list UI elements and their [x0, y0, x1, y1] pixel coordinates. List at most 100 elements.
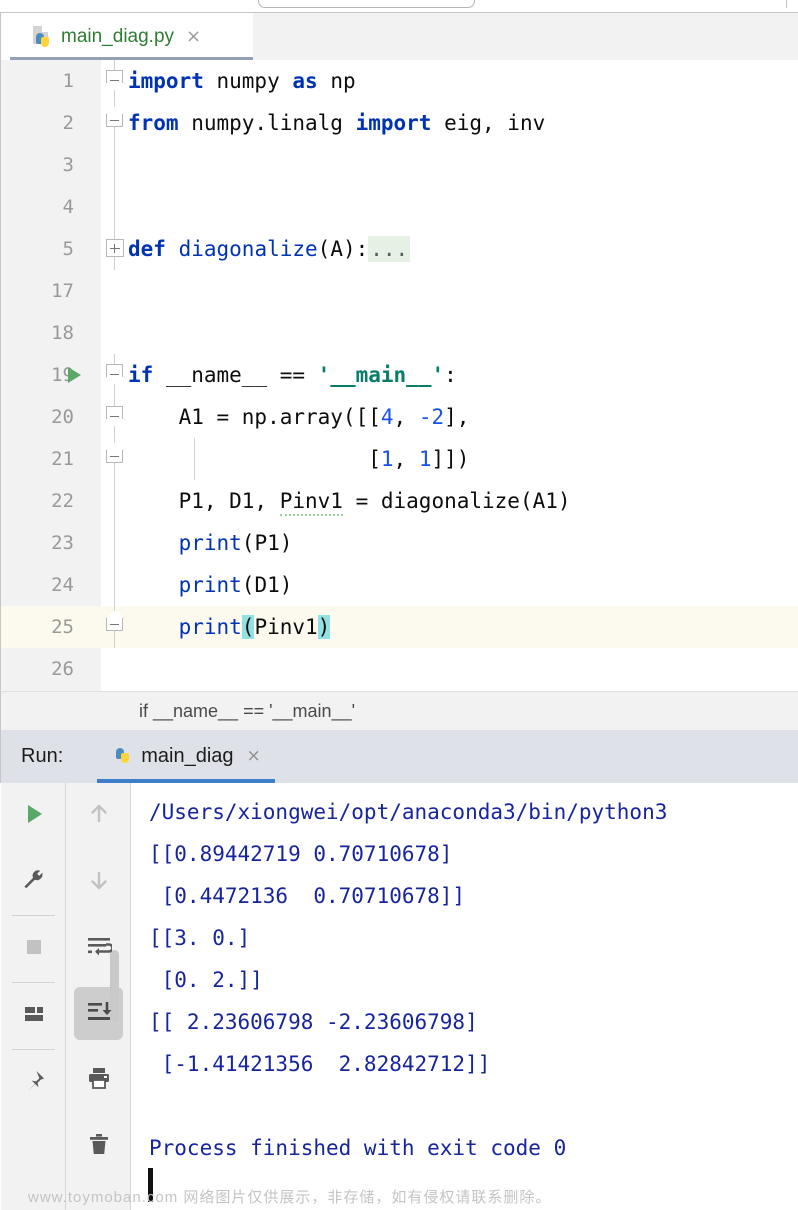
fold-gutter-cell[interactable]: [101, 606, 128, 648]
clear-all-button[interactable]: [66, 1113, 131, 1179]
code-editor[interactable]: 1 import numpy as np 2 from numpy.linalg im…: [0, 60, 798, 691]
fold-gutter-cell[interactable]: [101, 186, 128, 228]
fold-collapse-icon[interactable]: [106, 406, 123, 419]
fold-minus-icon: [110, 120, 119, 121]
close-icon[interactable]: ×: [247, 748, 261, 765]
python-icon: [113, 746, 132, 767]
code-text: [1, 1]]): [128, 447, 470, 471]
code-text: A1 = np.array([[4, -2],: [128, 405, 470, 429]
code-line[interactable]: 3: [1, 144, 798, 186]
code-line[interactable]: 4: [1, 186, 798, 228]
code-text: print(P1): [178, 531, 293, 555]
editor-tab-main-diag[interactable]: main_diag.py ×: [10, 13, 253, 60]
run-toolbar-left: [1, 783, 66, 1210]
code-lines: 1 import numpy as np 2 from numpy.linalg im…: [1, 60, 798, 690]
code-line[interactable]: 24 print(D1): [1, 564, 798, 606]
line-number: 5: [1, 228, 101, 270]
code-line[interactable]: 25 print(Pinv1): [1, 606, 798, 648]
print-button[interactable]: [66, 1047, 131, 1113]
code-line[interactable]: 21 [1, 1]]): [1, 438, 798, 480]
play-icon: [22, 802, 46, 831]
fold-gutter-cell[interactable]: [101, 354, 128, 396]
code-line[interactable]: 23 print(P1): [1, 522, 798, 564]
search-input[interactable]: [258, 0, 475, 8]
line-number: 3: [1, 144, 101, 186]
fold-gutter-cell[interactable]: [101, 522, 128, 564]
line-number: 22: [1, 480, 101, 522]
watermark-text: www.toymoban.com 网络图片仅供展示，非存储，如有侵权请联系删除。: [28, 1189, 552, 1206]
code-line[interactable]: 5 def diagonalize(A):...: [1, 228, 798, 270]
stop-button[interactable]: [1, 916, 66, 982]
toolbar-divider: [786, 0, 787, 8]
console-line: Process finished with exit code 0: [149, 1136, 567, 1160]
pycharm-window: main_diag.py × 1 import numpy as np 2 from …: [0, 0, 798, 1210]
fold-gutter-cell[interactable]: [101, 438, 128, 480]
console-output[interactable]: /Users/xiongwei/opt/anaconda3/bin/python…: [132, 783, 798, 1210]
fold-collapse-icon[interactable]: [106, 364, 123, 377]
code-line[interactable]: 22 P1, D1, Pinv1 = diagonalize(A1): [1, 480, 798, 522]
code-line[interactable]: 20 A1 = np.array([[4, -2],: [1, 396, 798, 438]
code-line[interactable]: 17: [1, 270, 798, 312]
close-icon[interactable]: ×: [186, 27, 201, 46]
editor-tab-bar: main_diag.py ×: [0, 13, 798, 60]
tab-bar-edge: [1, 13, 10, 60]
console-line: [[0.89442719 0.70710678]: [149, 842, 453, 866]
line-number: 26: [1, 648, 101, 690]
breadcrumb[interactable]: if __name__ == '__main__': [0, 691, 798, 730]
line-number: 21: [1, 438, 101, 480]
line-number: 17: [1, 270, 101, 312]
trash-icon: [87, 1132, 111, 1161]
fold-gutter-cell[interactable]: [101, 270, 128, 312]
run-tab-main-diag[interactable]: main_diag ×: [97, 730, 275, 783]
line-number: 4: [1, 186, 101, 228]
fold-gutter-cell[interactable]: [101, 144, 128, 186]
code-line[interactable]: 2 from numpy.linalg import eig, inv: [1, 102, 798, 144]
fold-minus-icon: [110, 80, 119, 81]
soft-wrap-toggle[interactable]: [66, 915, 131, 981]
run-tab-label: main_diag: [141, 745, 234, 767]
previous-occurrence[interactable]: [66, 783, 131, 849]
fold-minus-icon: [110, 374, 119, 375]
layout-icon: [22, 1002, 46, 1031]
run-tool-window: Run: main_diag × /Users/xiongwei/opt/ana…: [0, 730, 798, 1210]
layout-settings[interactable]: [1, 983, 66, 1049]
code-text: if __name__ == '__main__':: [128, 363, 457, 387]
fold-gutter-cell[interactable]: [101, 60, 128, 102]
pin-tab-button[interactable]: [1, 1050, 66, 1116]
line-number: 18: [1, 312, 101, 354]
fold-gutter-cell[interactable]: [101, 564, 128, 606]
fold-gutter-cell[interactable]: [101, 228, 128, 270]
run-line-icon[interactable]: [68, 367, 81, 383]
scroll-end-icon: [86, 1000, 112, 1029]
line-number: 1: [1, 60, 101, 102]
code-line[interactable]: 1 import numpy as np: [1, 60, 798, 102]
console-line: /Users/xiongwei/opt/anaconda3/bin/python…: [149, 800, 668, 824]
run-panel-label: Run:: [21, 745, 64, 767]
fold-collapse-icon[interactable]: [106, 70, 123, 83]
scroll-to-end[interactable]: [66, 981, 131, 1047]
fold-gutter-cell[interactable]: [101, 648, 128, 690]
next-occurrence[interactable]: [66, 849, 131, 915]
stop-square-icon: [22, 935, 46, 964]
code-text: print(Pinv1): [178, 615, 331, 639]
code-line[interactable]: 26: [1, 648, 798, 690]
fold-gutter-cell[interactable]: [101, 480, 128, 522]
fold-region-line: [114, 480, 115, 522]
code-line[interactable]: 19 if __name__ == '__main__':: [1, 354, 798, 396]
fold-gutter-cell[interactable]: [101, 312, 128, 354]
fold-gutter-cell[interactable]: [101, 102, 128, 144]
line-number: 19: [1, 354, 101, 396]
modify-run-config[interactable]: [1, 849, 66, 915]
wrench-icon: [22, 868, 46, 897]
code-line[interactable]: 18: [1, 312, 798, 354]
run-panel-header: Run: main_diag ×: [0, 730, 798, 783]
line-number: 25: [1, 606, 101, 648]
rerun-button[interactable]: [1, 783, 66, 849]
soft-wrap-icon: [86, 934, 114, 963]
fold-region-line: [114, 144, 115, 186]
code-text: from numpy.linalg import eig, inv: [128, 111, 546, 135]
fold-gutter-cell[interactable]: [101, 396, 128, 438]
console-line: [-1.41421356 2.82842712]]: [149, 1052, 491, 1076]
arrow-down-icon: [87, 868, 111, 897]
